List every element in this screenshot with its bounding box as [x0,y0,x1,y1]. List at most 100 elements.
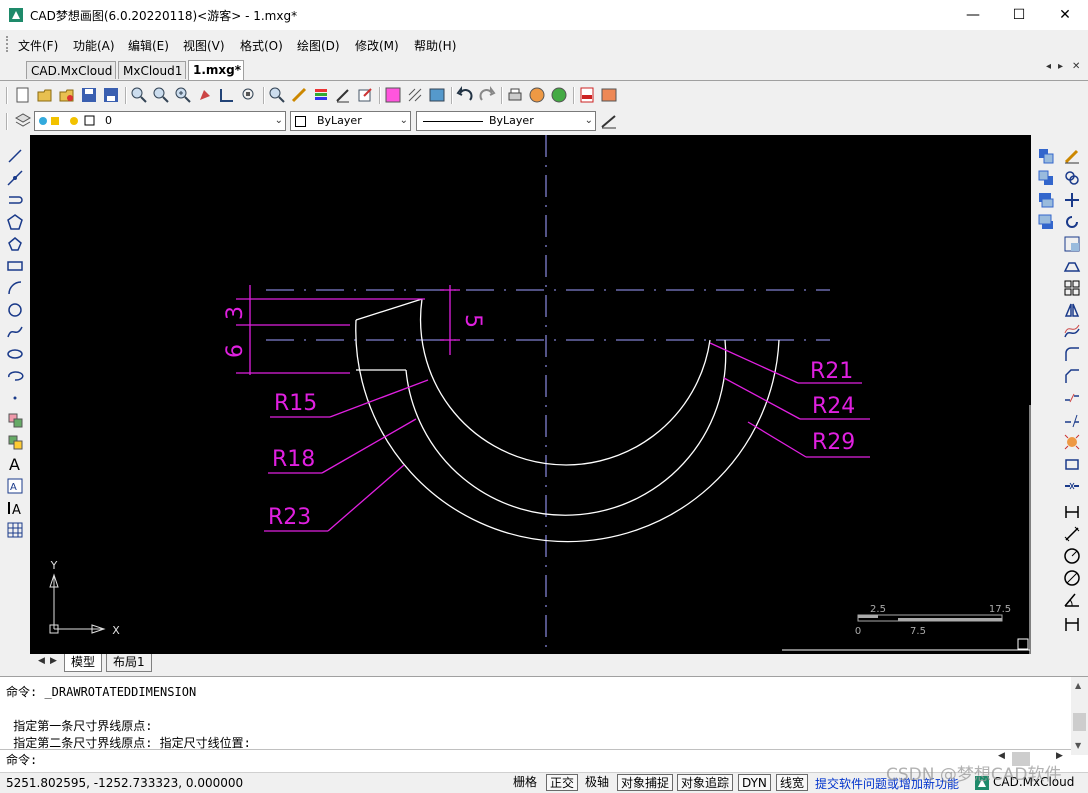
status-grid-button[interactable]: 栅格 [510,774,540,791]
pan-icon[interactable] [196,86,214,104]
line-tool-icon[interactable] [6,147,24,165]
mirror-icon[interactable] [1063,301,1081,319]
layout-prev-icon[interactable]: ◀ [38,656,45,666]
drawing-svg[interactable]: 3 6 5 R15 R18 R23 R21 R24 R29 Y X 2.5 17… [30,135,1031,654]
menu-function[interactable]: 功能(A) [73,37,115,54]
print-icon[interactable] [506,86,524,104]
save-as-icon[interactable] [102,86,120,104]
move-icon[interactable] [1063,191,1081,209]
scale-icon[interactable] [1063,235,1081,253]
copy-icon[interactable] [1063,169,1081,187]
layout-tab-model[interactable]: 模型 [64,654,103,672]
pentagon-tool-icon[interactable] [6,235,24,253]
layout-tab-layout1[interactable]: 布局1 [106,654,152,672]
insert-block-icon[interactable] [6,411,24,429]
dim-aligned-icon[interactable] [1063,525,1081,543]
status-osnap-button[interactable]: 对象捕捉 [617,774,674,791]
circle-tool-icon[interactable] [6,301,24,319]
polyline-tool-icon[interactable] [6,191,24,209]
layer-manager-icon[interactable] [14,112,32,130]
erase-icon[interactable] [1063,147,1081,165]
status-dyn-button[interactable]: DYN [738,774,771,791]
dim-angular-icon[interactable] [1063,591,1081,609]
pdf-icon[interactable] [578,86,596,104]
menu-edit[interactable]: 编辑(E) [128,37,169,54]
tab-close-icon[interactable]: ✕ [1072,61,1080,72]
draworder-front-icon[interactable] [1037,147,1055,165]
stretch-icon[interactable] [1063,257,1081,275]
offset-icon[interactable] [1063,323,1081,341]
draworder-above-icon[interactable] [1037,191,1055,209]
trim-icon[interactable] [1063,411,1081,429]
draworder-below-icon[interactable] [1037,213,1055,231]
chamfer-icon[interactable] [1063,367,1081,385]
globe-icon[interactable] [550,86,568,104]
command-prompt[interactable]: 命令: [6,751,37,768]
command-window[interactable]: 命令: _DRAWROTATEDDIMENSION 指定第一条尺寸界线原点: 指… [0,676,1088,773]
array-icon[interactable] [1063,279,1081,297]
save-icon[interactable] [80,86,98,104]
polygon-tool-icon[interactable] [6,213,24,231]
rotate-icon[interactable] [1063,213,1081,231]
export-icon[interactable] [356,86,374,104]
doc-tab-1mxg[interactable]: 1.mxg* [188,60,244,80]
status-polar-button[interactable]: 极轴 [582,774,612,791]
dim-linear-icon[interactable] [1063,503,1081,521]
spline-tool-icon[interactable] [6,323,24,341]
maximize-button[interactable]: ☐ [996,0,1042,30]
tab-next-icon[interactable]: ▸ [1058,61,1063,72]
linetype-combo[interactable]: ByLayer ⌄ [416,111,596,131]
zoom-window-icon[interactable] [130,86,148,104]
dim-radius-icon[interactable] [1063,547,1081,565]
doc-tab-cad-mxcloud[interactable]: CAD.MxCloud [26,61,116,79]
status-lineweight-button[interactable]: 线宽 [776,774,809,791]
new-file-icon[interactable] [14,86,32,104]
menu-draw[interactable]: 绘图(D) [297,37,340,54]
match-properties-icon[interactable] [268,86,286,104]
draworder-back-icon[interactable] [1037,169,1055,187]
mtext-tool-icon[interactable]: A [6,477,24,495]
break-icon[interactable] [1063,389,1081,407]
arc-tool-icon[interactable] [6,279,24,297]
tab-prev-icon[interactable]: ◂ [1046,61,1051,72]
open-file-icon[interactable] [36,86,54,104]
status-otrack-button[interactable]: 对象追踪 [677,774,734,791]
scroll-down-icon[interactable]: ▼ [1075,741,1081,750]
menu-help[interactable]: 帮助(H) [414,37,456,54]
point-tool-icon[interactable] [6,389,24,407]
drawing-canvas[interactable]: 3 6 5 R15 R18 R23 R21 R24 R29 Y X 2.5 17… [30,135,1031,654]
table-tool-icon[interactable] [6,521,24,539]
ellipse-tool-icon[interactable] [6,345,24,363]
picture-icon[interactable] [600,86,618,104]
join-icon[interactable] [1063,477,1081,495]
doc-tab-mxcloud1[interactable]: MxCloud1 [118,61,186,79]
status-ortho-button[interactable]: 正交 [546,774,579,791]
zoom-in-icon[interactable] [174,86,192,104]
make-block-icon[interactable] [6,433,24,451]
render-icon[interactable] [528,86,546,104]
color-combo[interactable]: ByLayer ⌄ [290,111,411,131]
scroll-up-icon[interactable]: ▲ [1075,681,1081,690]
redo-icon[interactable] [478,86,496,104]
measure-icon[interactable] [218,86,236,104]
extend-icon[interactable] [1063,455,1081,473]
minimize-button[interactable]: — [950,0,996,30]
close-button[interactable]: ✕ [1042,0,1088,30]
dim-baseline-icon[interactable] [1063,615,1081,633]
explode-icon[interactable] [1063,433,1081,451]
brush-icon[interactable] [290,86,308,104]
layer-combo[interactable]: 0 ⌄ [34,111,286,131]
xline-tool-icon[interactable] [6,169,24,187]
zoom-realtime-icon[interactable] [152,86,170,104]
command-scrollbar[interactable]: ▲ ▼ [1071,677,1088,755]
menu-view[interactable]: 视图(V) [183,37,225,54]
ellipse-arc-tool-icon[interactable] [6,367,24,385]
pattern-icon[interactable] [384,86,402,104]
menu-modify[interactable]: 修改(M) [355,37,399,54]
menu-format[interactable]: 格式(O) [240,37,283,54]
text-tool-icon[interactable]: A [6,455,24,473]
zoom-extents-icon[interactable] [240,86,258,104]
scroll-thumb[interactable] [1073,713,1086,731]
menu-file[interactable]: 文件(F) [18,37,58,54]
open-template-icon[interactable] [58,86,76,104]
